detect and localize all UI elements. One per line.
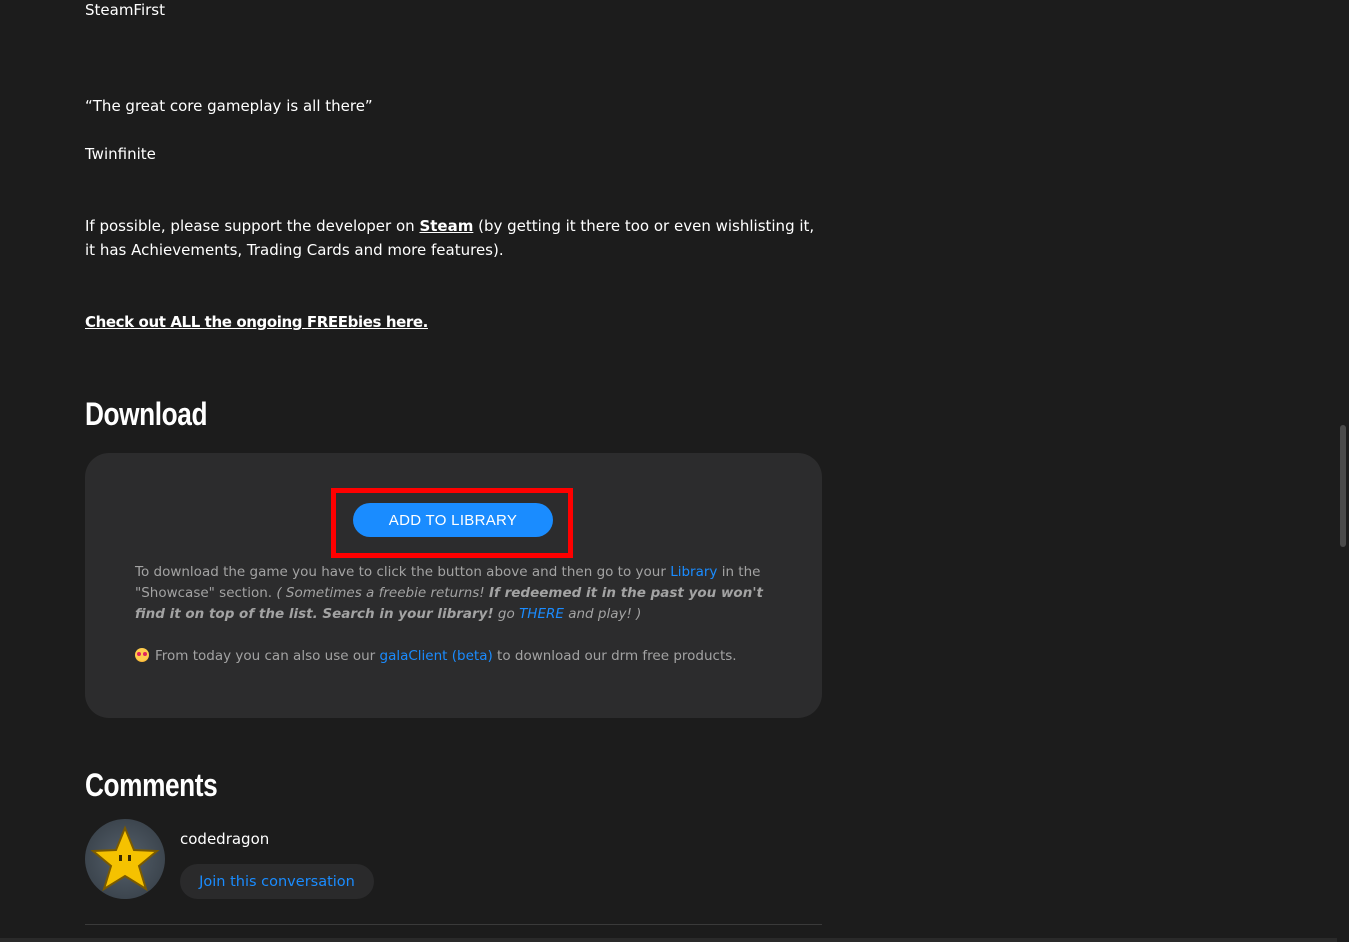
galaclient-note: From today you can also use our galaClie…	[135, 646, 775, 667]
note-close: and play! )	[563, 606, 642, 622]
download-heading: Download	[85, 396, 208, 432]
there-link[interactable]: THERE	[519, 606, 564, 622]
vertical-scrollbar-thumb[interactable]	[1340, 425, 1346, 547]
galaclient-link[interactable]: galaClient (beta)	[380, 648, 493, 664]
client-suffix: to download our drm free products.	[492, 648, 737, 664]
horizontal-scrollbar[interactable]	[0, 938, 1337, 942]
download-instructions: To download the game you have to click t…	[135, 562, 775, 625]
page: SteamFirst “The great core gameplay is a…	[0, 0, 1349, 942]
avatar[interactable]	[85, 819, 165, 899]
star-icon	[90, 825, 160, 892]
support-prefix: If possible, please support the develope…	[85, 217, 420, 235]
library-link[interactable]: Library	[670, 564, 717, 580]
freebies-link[interactable]: Check out ALL the ongoing FREEbies here.	[85, 313, 428, 331]
client-prefix: From today you can also use our	[155, 648, 380, 664]
support-paragraph: If possible, please support the develope…	[85, 214, 825, 262]
star-struck-emoji-icon	[135, 648, 149, 662]
download-panel: ADD TO LIBRARY To download the game you …	[85, 453, 822, 718]
join-conversation-button[interactable]: Join this conversation	[180, 864, 374, 899]
comments-heading: Comments	[85, 767, 218, 803]
add-to-library-button[interactable]: ADD TO LIBRARY	[353, 503, 553, 537]
freebies-paragraph: Check out ALL the ongoing FREEbies here.	[85, 310, 428, 334]
steam-link[interactable]: Steam	[419, 217, 473, 235]
note-open: ( Sometimes a freebie returns!	[276, 585, 489, 601]
note-go: go	[493, 606, 520, 622]
review-source-twinfinite: Twinfinite	[85, 145, 156, 163]
instr-prefix: To download the game you have to click t…	[135, 564, 671, 580]
comments-divider	[85, 924, 822, 925]
comment-username: codedragon	[180, 830, 270, 848]
review-source-steamfirst: SteamFirst	[85, 1, 166, 19]
review-quote: “The great core gameplay is all there”	[85, 97, 373, 115]
